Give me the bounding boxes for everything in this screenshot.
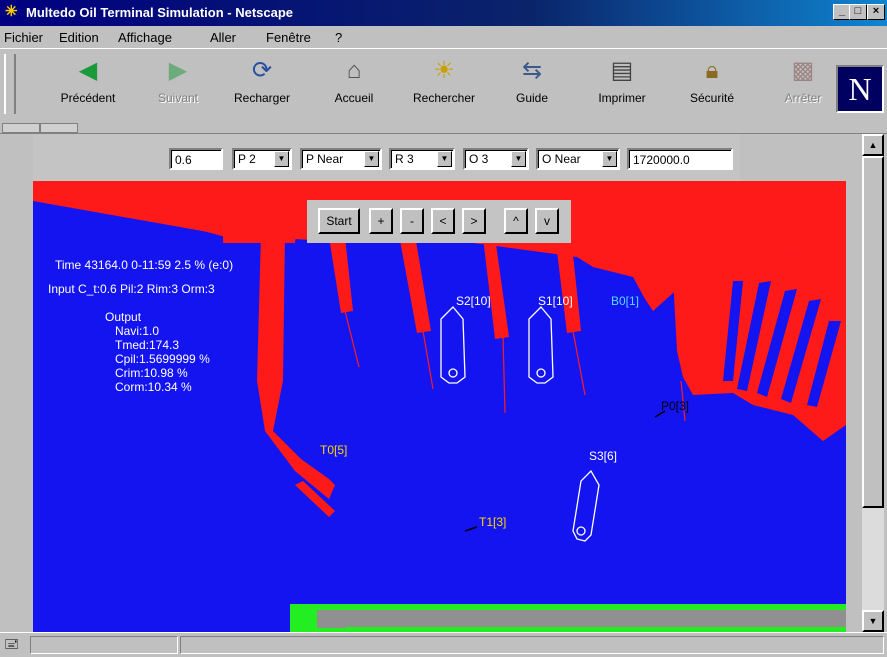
- menu-edition[interactable]: Edition: [59, 30, 99, 45]
- menu-fenetre[interactable]: Fenêtre: [266, 30, 311, 45]
- berth-label-b: B0[1]: [611, 294, 640, 308]
- applet-area: 0.6 P 2 ▼ P Near ▼ R 3 ▼ O 3 ▼ O Near ▼ …: [0, 134, 862, 632]
- scroll-thumb[interactable]: [862, 156, 884, 508]
- output-tmed: Tmed:174.3: [115, 338, 180, 352]
- output-crim: Crim:10.98 %: [115, 366, 188, 380]
- menu-bar: Fichier Edition Affichage Aller Fenêtre …: [0, 26, 887, 48]
- stop-icon: ▩: [791, 57, 815, 84]
- orm-mode-select[interactable]: O Near ▼: [536, 148, 620, 170]
- toolbar-tab[interactable]: [2, 123, 40, 133]
- toolbar-tab[interactable]: [40, 123, 78, 133]
- output-cpil: Cpil:1.5699999 %: [115, 352, 210, 366]
- start-button[interactable]: Start: [318, 208, 360, 234]
- output-corm: Corm:10.34 %: [115, 380, 192, 394]
- pilot-label-p: P0[3]: [661, 399, 690, 413]
- ship-label-s2: S2[10]: [456, 294, 491, 308]
- forward-button[interactable]: ▶ Suivant: [140, 53, 216, 115]
- harbor-map[interactable]: Time 43164.0 0-11:59 2.5 % (e:0) Input C…: [33, 181, 846, 632]
- tug-label-t1: T1[3]: [479, 515, 507, 529]
- ship-label-s3: S3[6]: [589, 449, 618, 463]
- navigation-toolbar: ◀ Précédent ▶ Suivant ⟳ Recharger ⌂ Accu…: [0, 48, 887, 122]
- time-readout: Time 43164.0 0-11:59 2.5 % (e:0): [55, 258, 234, 272]
- output-title: Output: [105, 310, 142, 324]
- simulation-controls: Start + - < > ^ v: [307, 200, 571, 243]
- toolbar-grip[interactable]: [4, 54, 16, 114]
- pan-down-button[interactable]: v: [535, 208, 559, 234]
- ct-input[interactable]: 0.6: [169, 148, 223, 170]
- search-button[interactable]: ☀ Rechercher: [406, 53, 482, 115]
- ship-s1: [528, 306, 554, 384]
- pilot-mode-select[interactable]: P Near ▼: [300, 148, 382, 170]
- pan-left-button[interactable]: <: [431, 208, 455, 234]
- harbor-map-canvas: [33, 181, 846, 632]
- rim-select[interactable]: R 3 ▼: [389, 148, 455, 170]
- pier-extensions: [344, 310, 686, 422]
- orm-select[interactable]: O 3 ▼: [463, 148, 529, 170]
- window-title: Multedo Oil Terminal Simulation - Netsca…: [26, 5, 294, 20]
- print-icon: ▤: [610, 57, 634, 84]
- chevron-down-icon[interactable]: ▼: [437, 151, 452, 167]
- duration-input[interactable]: 1720000.0: [627, 148, 733, 170]
- ship-label-s1: S1[10]: [538, 294, 573, 308]
- pan-right-button[interactable]: >: [462, 208, 486, 234]
- search-icon: ☀: [433, 57, 455, 84]
- menu-help[interactable]: ?: [335, 30, 342, 45]
- tug-label-t0: T0[5]: [320, 443, 348, 457]
- menu-aller[interactable]: Aller: [210, 30, 236, 45]
- scroll-down-button[interactable]: ▼: [862, 610, 884, 632]
- chevron-down-icon[interactable]: ▼: [511, 151, 526, 167]
- speed-up-button[interactable]: +: [369, 208, 393, 234]
- status-cell: [30, 636, 178, 654]
- parameter-bar: 0.6 P 2 ▼ P Near ▼ R 3 ▼ O 3 ▼ O Near ▼ …: [33, 134, 740, 183]
- pan-up-button[interactable]: ^: [504, 208, 528, 234]
- ship-s2: [440, 306, 466, 384]
- home-button[interactable]: ⌂ Accueil: [316, 53, 392, 115]
- stop-button[interactable]: ▩ Arrêter: [765, 53, 841, 115]
- netscape-logo[interactable]: N: [836, 65, 884, 113]
- pilot-select[interactable]: P 2 ▼: [232, 148, 292, 170]
- status-bar: 🖃︎: [0, 632, 887, 655]
- scroll-up-button[interactable]: ▲: [862, 134, 884, 156]
- guide-icon: ⇆: [521, 57, 543, 84]
- print-button[interactable]: ▤ Imprimer: [584, 53, 660, 115]
- vertical-scrollbar[interactable]: ▲ ▼: [862, 134, 884, 632]
- tug-markers: [464, 410, 666, 532]
- chevron-down-icon[interactable]: ▼: [364, 151, 379, 167]
- reload-button[interactable]: ⟳ Recharger: [224, 53, 300, 115]
- lock-icon: 🔒︎: [705, 57, 719, 84]
- home-icon: ⌂: [346, 57, 362, 84]
- guide-button[interactable]: ⇆ Guide: [494, 53, 570, 115]
- netscape-app-icon[interactable]: ✳: [5, 4, 21, 20]
- maximize-button[interactable]: □: [849, 4, 867, 20]
- collapsed-toolbar-tabs: [0, 121, 887, 134]
- back-arrow-icon: ◀: [78, 57, 98, 84]
- forward-arrow-icon: ▶: [168, 57, 188, 84]
- chevron-down-icon[interactable]: ▼: [274, 151, 289, 167]
- slow-down-button[interactable]: -: [400, 208, 424, 234]
- input-readout: Input C_t:0.6 Pil:2 Rim:3 Orm:3: [48, 282, 215, 296]
- output-navi: Navi:1.0: [115, 324, 160, 338]
- menu-fichier[interactable]: Fichier: [4, 30, 43, 45]
- reload-icon: ⟳: [251, 57, 273, 84]
- progress-track: [317, 610, 846, 628]
- status-message: [180, 636, 884, 654]
- close-button[interactable]: ×: [867, 4, 885, 20]
- menu-affichage[interactable]: Affichage: [118, 30, 172, 45]
- back-button[interactable]: ◀ Précédent: [50, 53, 126, 115]
- security-button[interactable]: 🔒︎ Sécurité: [674, 53, 750, 115]
- title-bar: ✳ Multedo Oil Terminal Simulation - Nets…: [0, 0, 887, 26]
- chevron-down-icon[interactable]: ▼: [602, 151, 617, 167]
